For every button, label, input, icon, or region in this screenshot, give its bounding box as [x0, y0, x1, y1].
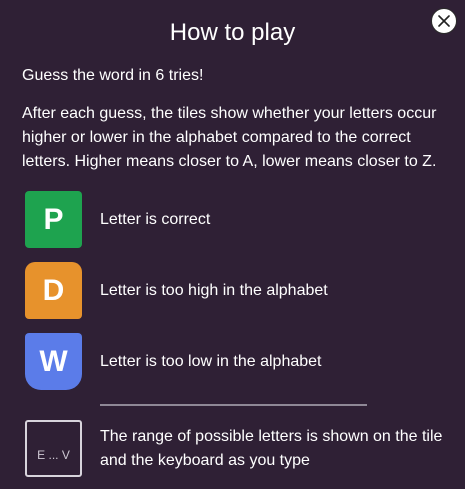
- example-label-correct: Letter is correct: [100, 210, 211, 228]
- example-tile-too-high: D: [25, 262, 82, 319]
- how-to-play-modal: How to play Guess the word in 6 tries! A…: [0, 0, 465, 489]
- range-description: The range of possible letters is shown o…: [100, 428, 443, 469]
- example-tile-correct: P: [25, 191, 82, 248]
- example-row-correct: P Letter is correct: [25, 191, 455, 248]
- example-label-too-low: Letter is too low in the alphabet: [100, 352, 322, 370]
- modal-title: How to play: [169, 19, 296, 46]
- example-row-too-high: D Letter is too high in the alphabet: [25, 262, 455, 319]
- example-label-too-high: Letter is too high in the alphabet: [100, 281, 328, 299]
- example-tile-too-low: W: [25, 333, 82, 390]
- close-icon: [438, 15, 450, 27]
- explanation-text: After each guess, the tiles show whether…: [22, 105, 437, 170]
- divider: [100, 404, 367, 406]
- close-button[interactable]: [431, 8, 457, 34]
- range-example-tile: E ... V: [25, 420, 82, 477]
- intro-text: Guess the word in 6 tries!: [22, 67, 204, 84]
- example-row-too-low: W Letter is too low in the alphabet: [25, 333, 455, 390]
